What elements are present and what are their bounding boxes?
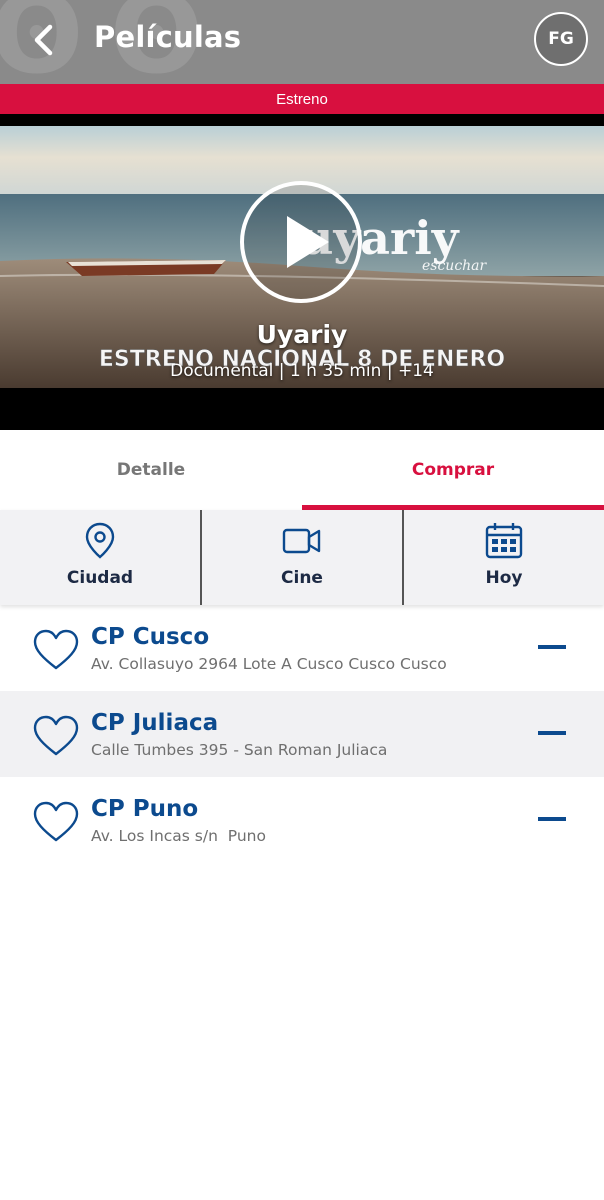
tab-bar: Detalle Comprar xyxy=(0,430,604,510)
poster-logo-tagline: escuchar xyxy=(422,258,488,274)
calendar-icon xyxy=(485,523,523,559)
cinema-address: Calle Tumbes 395 - San Roman Juliaca xyxy=(91,741,388,759)
minus-icon[interactable] xyxy=(538,645,566,649)
cinema-address: Av. Los Incas s/n Puno xyxy=(91,827,266,845)
cinema-name: CP Juliaca xyxy=(91,710,219,736)
location-pin-icon xyxy=(85,522,115,559)
cinema-name: CP Puno xyxy=(91,796,199,822)
filter-ciudad[interactable]: Ciudad xyxy=(0,510,200,605)
tab-detalle[interactable]: Detalle xyxy=(0,430,302,510)
tab-comprar[interactable]: Comprar xyxy=(302,430,604,510)
cinema-item-puno[interactable]: CP Puno Av. Los Incas s/n Puno xyxy=(0,777,604,863)
video-camera-icon xyxy=(282,528,321,554)
filter-cine[interactable]: Cine xyxy=(200,510,402,605)
play-icon[interactable] xyxy=(239,180,363,304)
heart-outline-icon[interactable] xyxy=(33,715,79,757)
user-avatar[interactable]: FG xyxy=(534,12,588,66)
cinema-name: CP Cusco xyxy=(91,624,210,650)
minus-icon[interactable] xyxy=(538,731,566,735)
heart-outline-icon[interactable] xyxy=(33,801,79,843)
cinema-address: Av. Collasuyo 2964 Lote A Cusco Cusco Cu… xyxy=(91,655,447,673)
minus-icon[interactable] xyxy=(538,817,566,821)
movie-title: Uyariy xyxy=(256,320,348,349)
cinema-item-cusco[interactable]: CP Cusco Av. Collasuyo 2964 Lote A Cusco… xyxy=(0,605,604,691)
status-badge-estreno: Estreno xyxy=(0,84,604,114)
filter-ciudad-label: Ciudad xyxy=(66,568,134,588)
chevron-left-icon xyxy=(34,24,53,56)
movie-meta: Documental | 1 h 35 min | +14 xyxy=(170,361,434,381)
video-player[interactable]: uyariy escuchar ESTRENO NACIONAL 8 DE EN… xyxy=(0,114,604,430)
cinema-item-juliaca[interactable]: CP Juliaca Calle Tumbes 395 - San Roman … xyxy=(0,691,604,777)
filter-hoy-label: Hoy xyxy=(485,568,523,588)
heart-outline-icon[interactable] xyxy=(33,629,79,671)
page-title: Películas xyxy=(94,20,242,54)
app-header: ʘ ʘ Películas FG xyxy=(0,0,604,84)
filter-hoy[interactable]: Hoy xyxy=(402,510,604,605)
filter-bar: Ciudad Cine Hoy xyxy=(0,510,604,605)
cinema-list: CP Cusco Av. Collasuyo 2964 Lote A Cusco… xyxy=(0,605,604,863)
back-button[interactable] xyxy=(30,22,64,58)
filter-cine-label: Cine xyxy=(281,568,323,588)
